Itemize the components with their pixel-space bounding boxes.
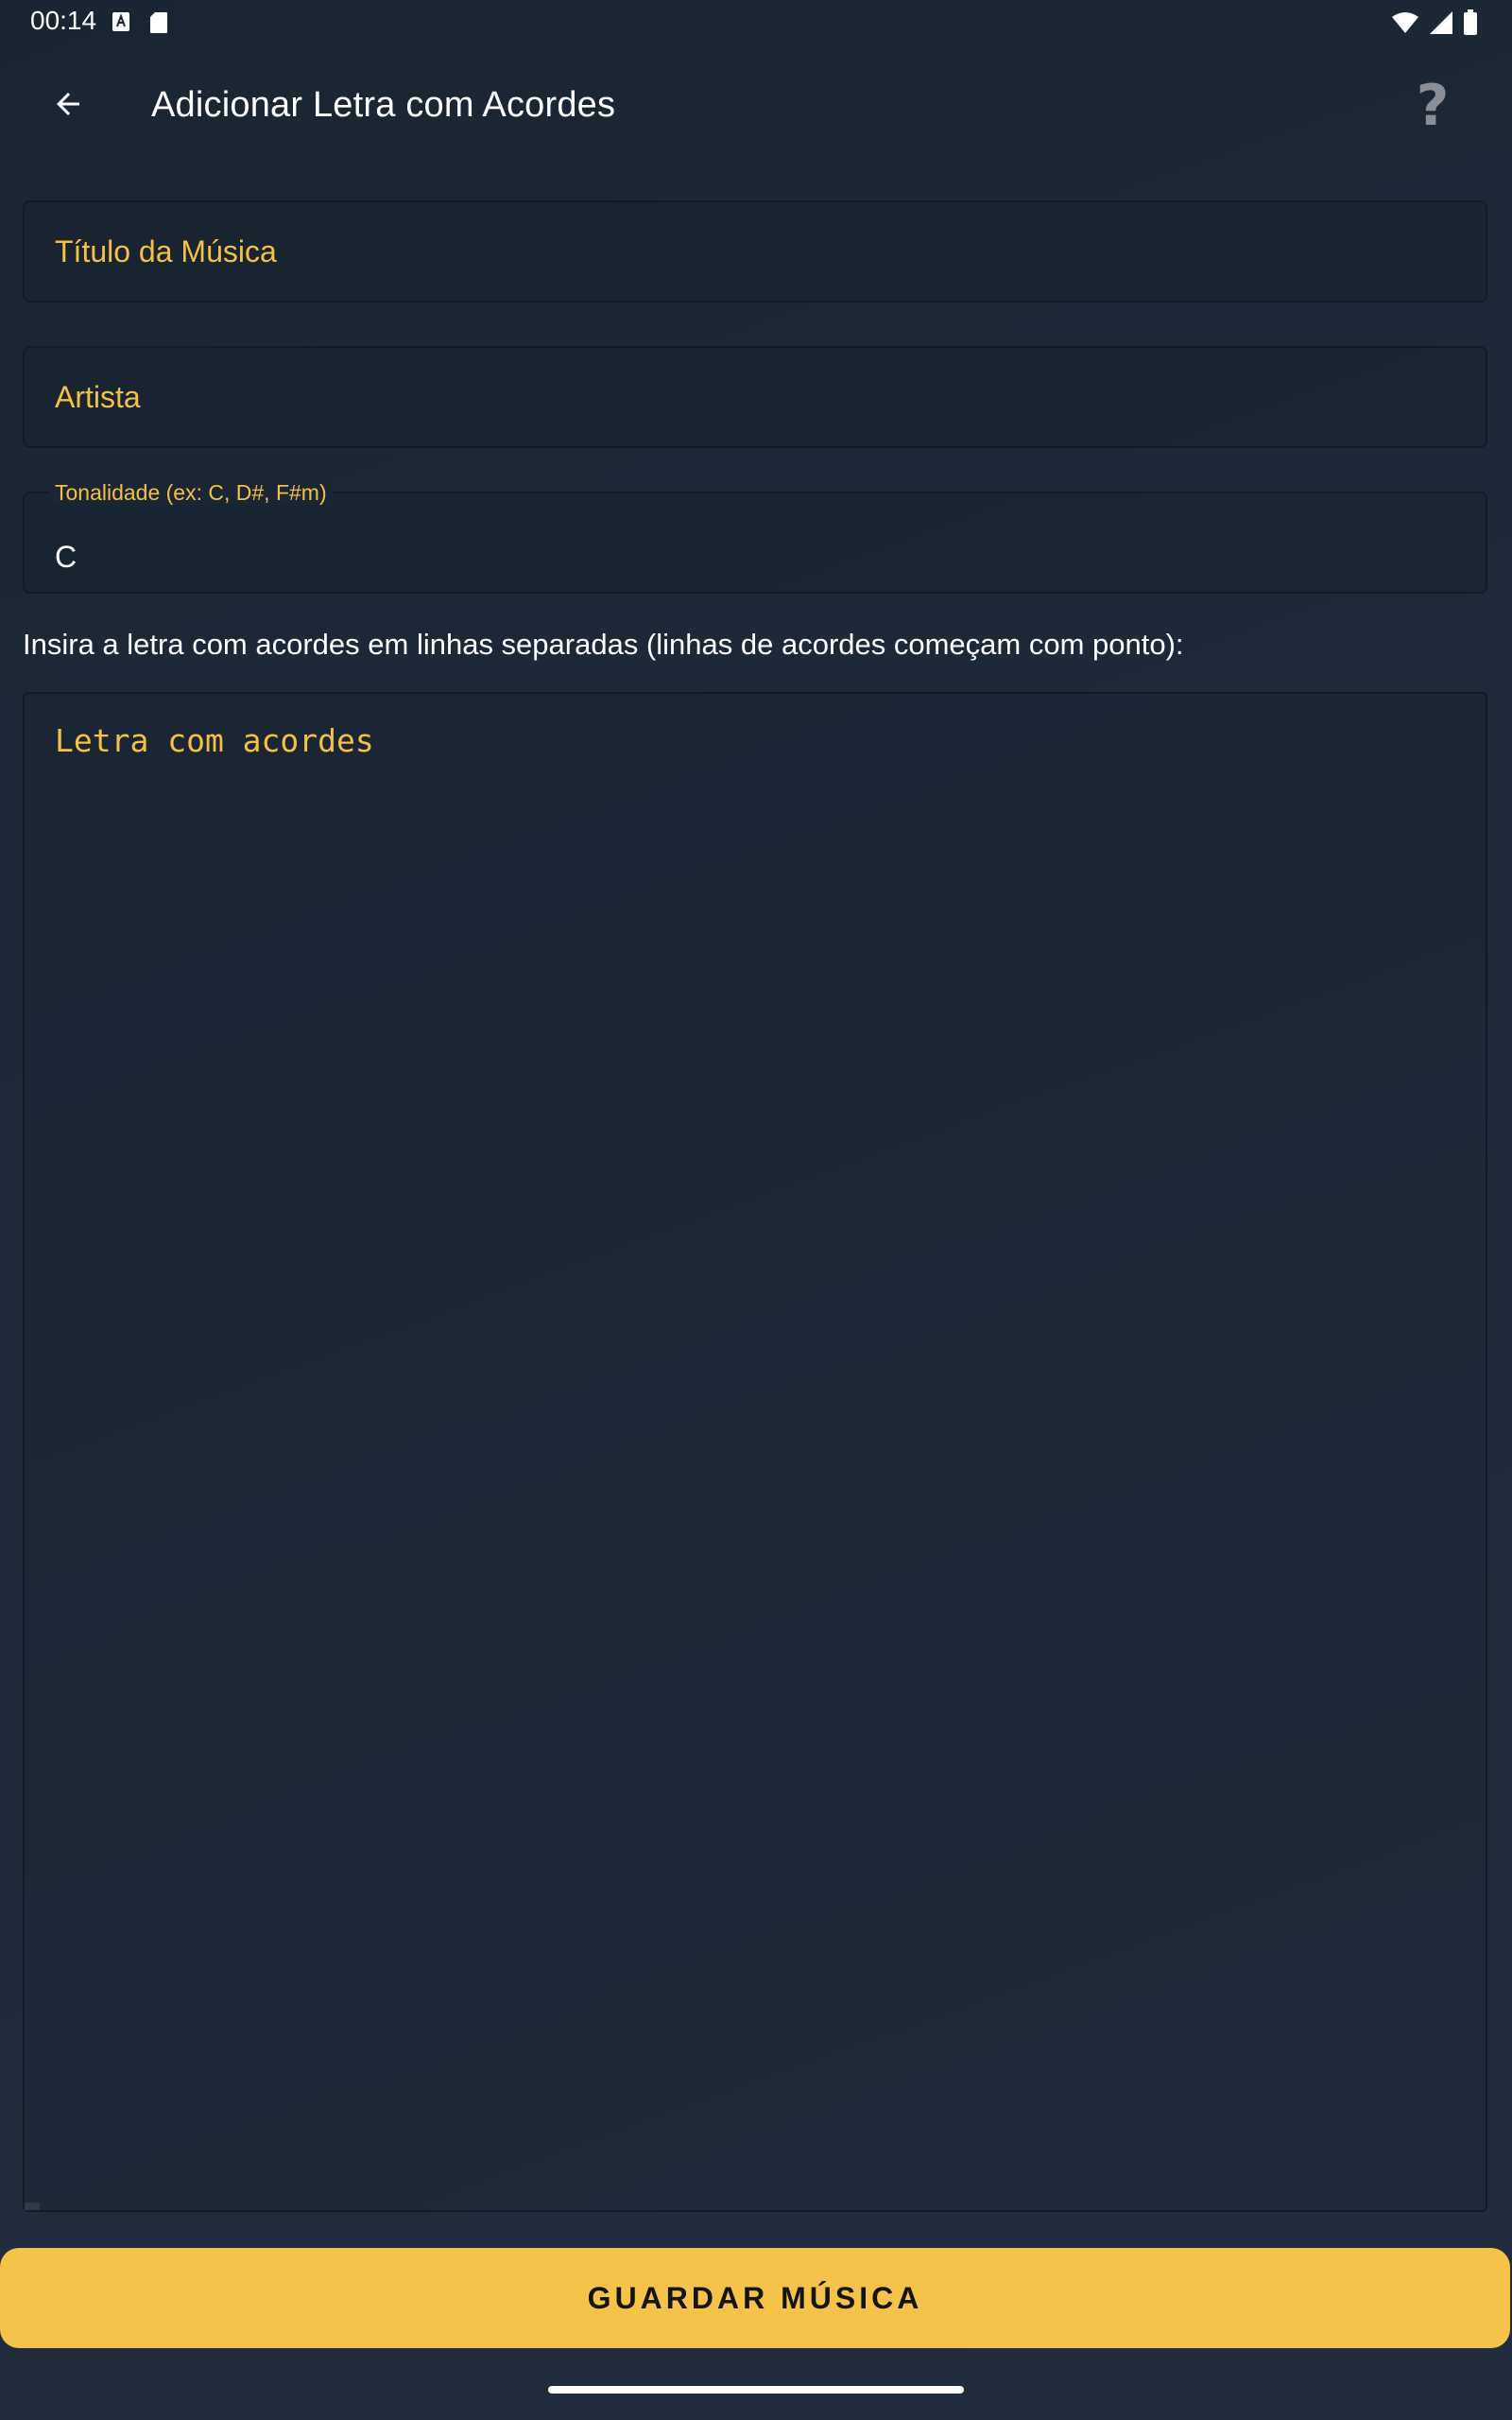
lyrics-textarea[interactable] <box>25 694 1486 2210</box>
key-field-container: Tonalidade (ex: C, D#, F#m) <box>23 480 1487 594</box>
status-right-icons <box>1391 9 1478 41</box>
status-bar: 00:14 <box>0 0 1512 45</box>
help-button[interactable]: ? <box>1395 73 1470 139</box>
home-indicator[interactable] <box>548 2386 964 2394</box>
question-mark-icon: ? <box>1416 73 1450 139</box>
page-title: Adicionar Letra com Acordes <box>151 85 616 125</box>
lyrics-instructions: Insira a letra com acordes em linhas sep… <box>23 628 1184 661</box>
a-notification-icon <box>112 11 130 39</box>
app-bar: Adicionar Letra com Acordes ? <box>0 53 1512 159</box>
artist-field-container <box>23 346 1487 448</box>
title-field-container <box>23 200 1487 302</box>
status-time: 00:14 <box>30 6 97 35</box>
key-input[interactable] <box>25 493 1486 592</box>
status-left-icons <box>112 11 168 39</box>
sd-card-icon <box>149 11 168 39</box>
resize-handle[interactable] <box>25 2203 40 2210</box>
battery-icon <box>1463 9 1478 41</box>
back-button[interactable] <box>38 79 98 132</box>
lyrics-field-container <box>23 692 1487 2212</box>
song-title-input[interactable] <box>25 202 1486 301</box>
save-song-button[interactable]: GUARDAR MÚSICA <box>0 2248 1510 2348</box>
wifi-icon <box>1391 11 1419 39</box>
artist-input[interactable] <box>25 348 1486 446</box>
signal-icon <box>1429 10 1453 40</box>
arrow-left-icon <box>51 87 85 126</box>
